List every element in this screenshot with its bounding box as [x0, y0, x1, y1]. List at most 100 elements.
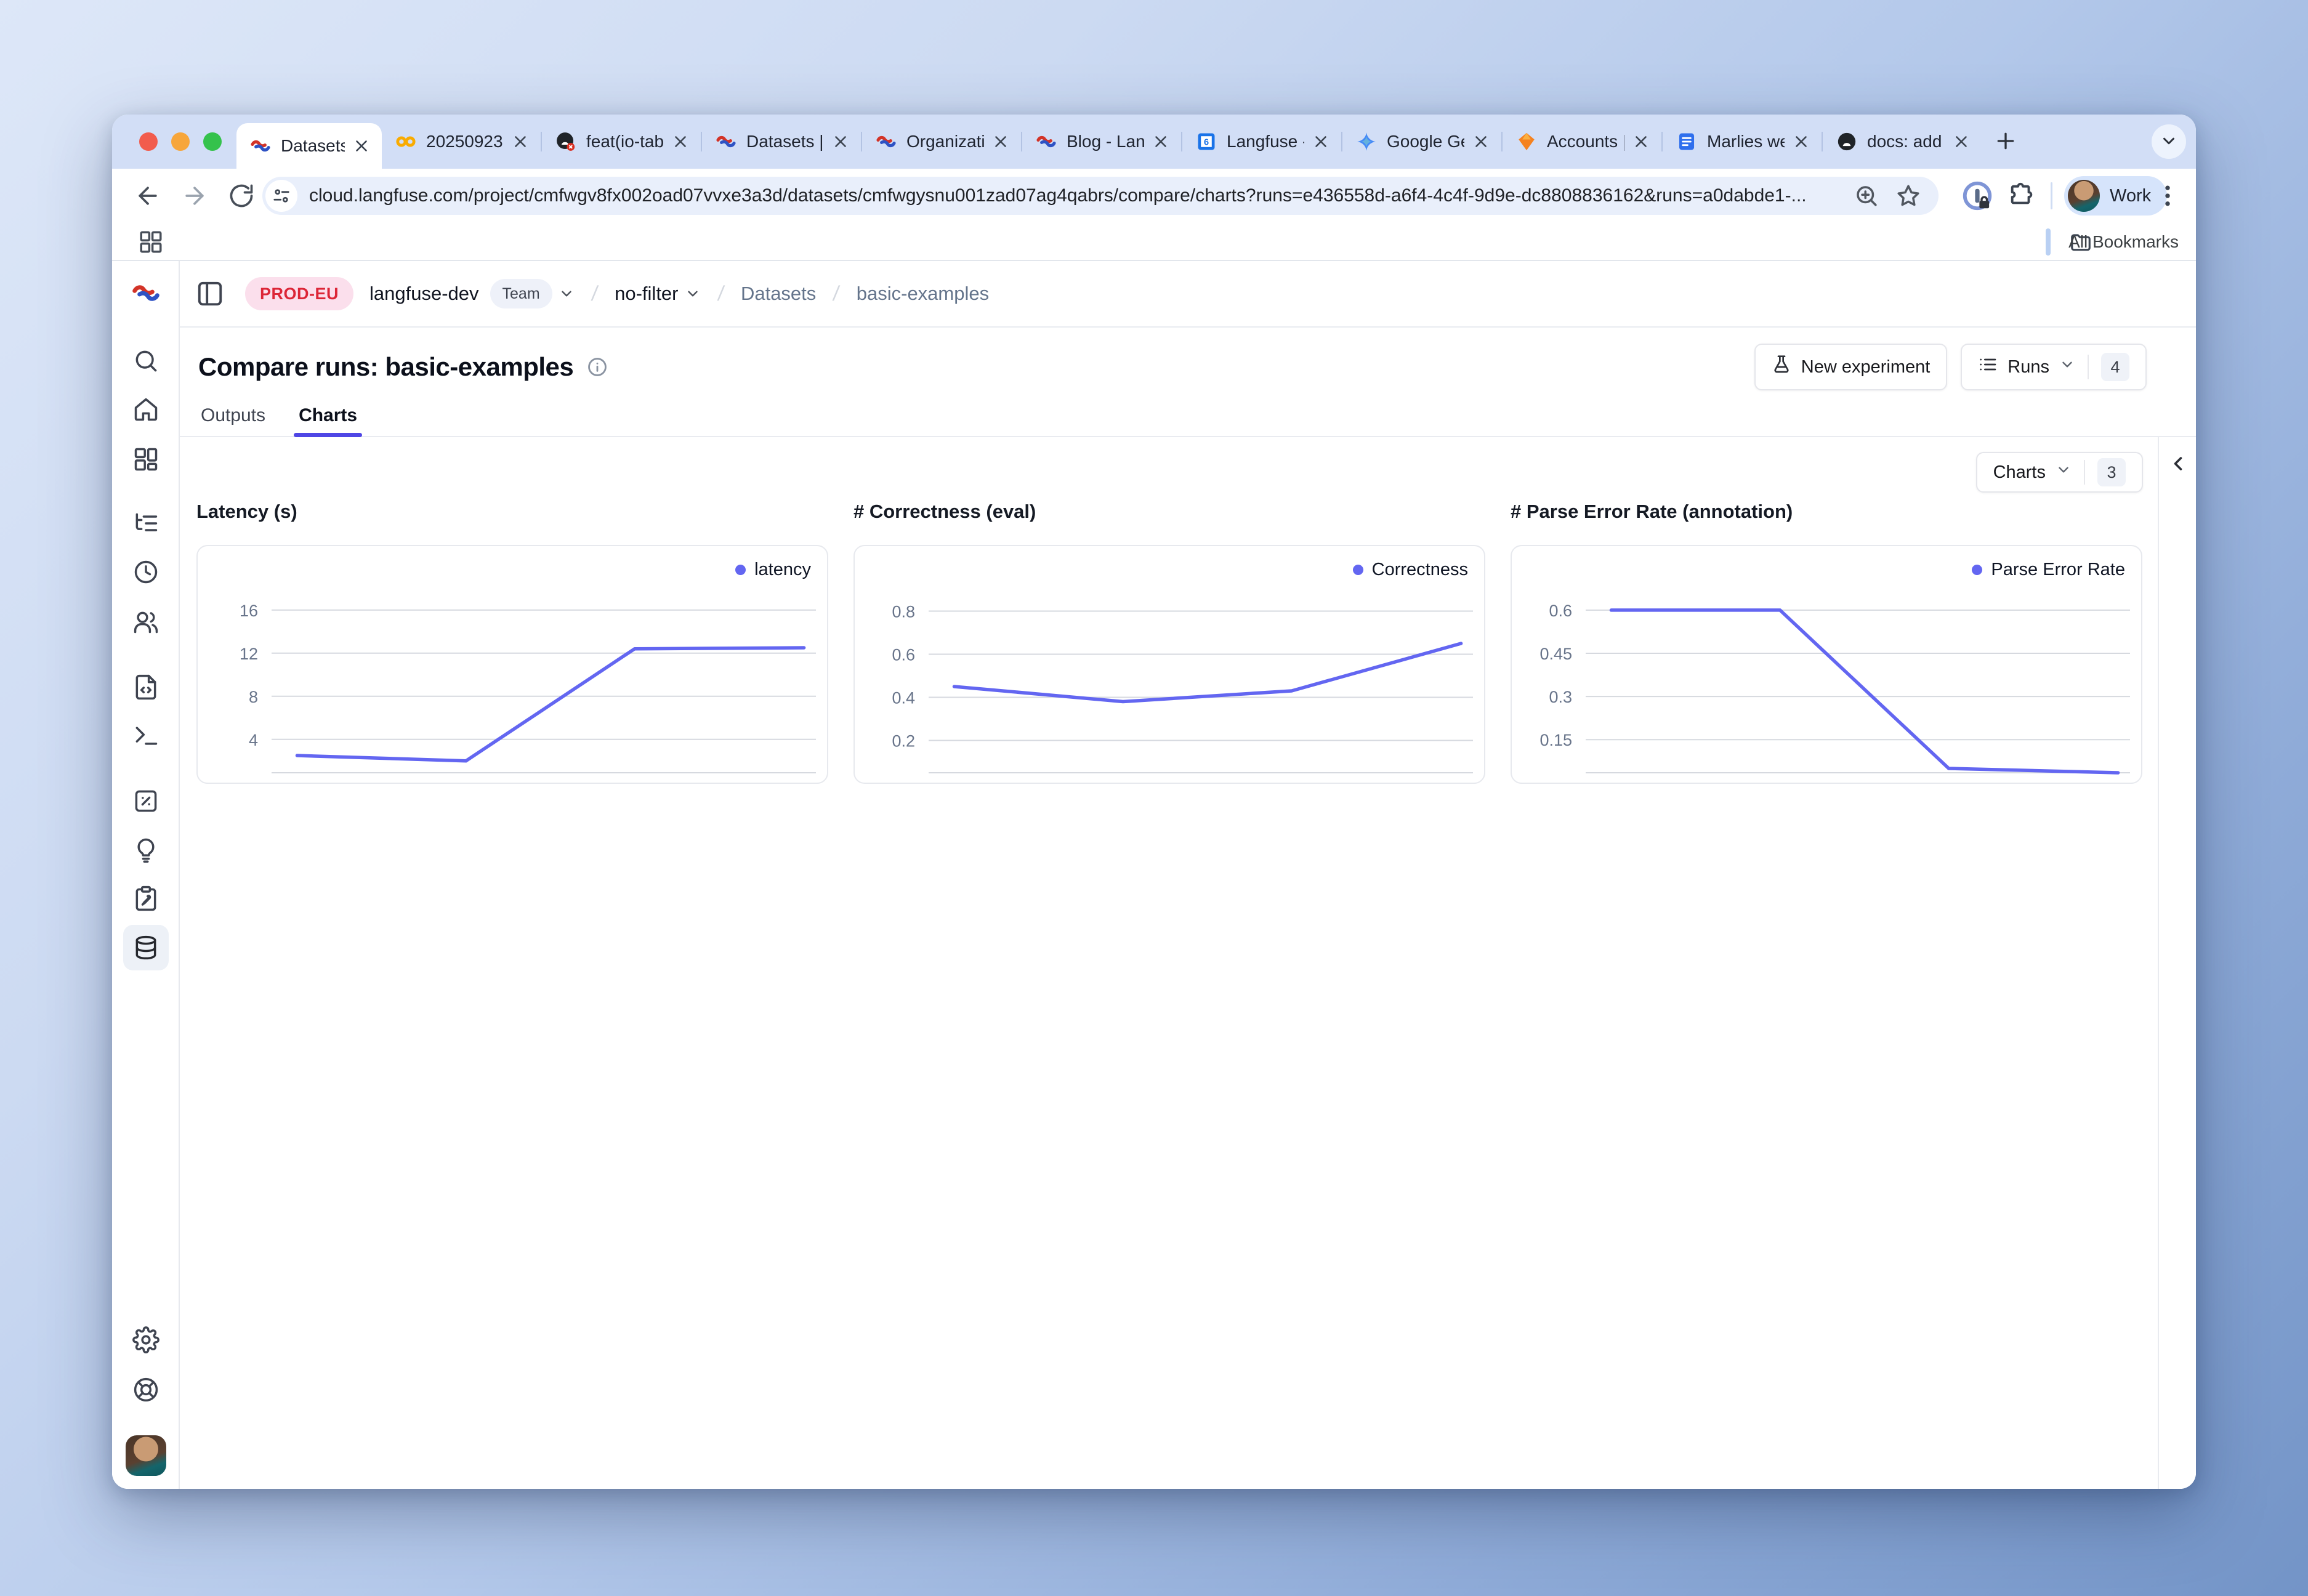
sidebar-item-prompts[interactable]	[123, 664, 169, 710]
browser-tab[interactable]: Blog - Lang	[1022, 115, 1181, 169]
sidebar-item-insights[interactable]	[123, 827, 169, 873]
button-divider	[2088, 355, 2089, 379]
legend-dot-icon	[1972, 565, 1982, 575]
tab-charts[interactable]: Charts	[299, 405, 357, 426]
runs-count-badge: 4	[2101, 353, 2129, 381]
tab-title: Google Gem	[1387, 132, 1464, 151]
site-info-icon[interactable]	[265, 180, 297, 212]
password-extension-icon[interactable]	[1961, 179, 1994, 212]
chart-legend: Correctness	[1353, 560, 1468, 580]
line-chart-plot: 0.150.30.450.6	[1512, 546, 2141, 783]
tab-search-button[interactable]	[2152, 124, 2186, 159]
collapse-panel-icon[interactable]	[2165, 451, 2192, 478]
new-tab-button[interactable]	[1991, 127, 2020, 156]
browser-tab[interactable]: Datasets | L	[702, 115, 861, 169]
main-content: PROD-EU langfuse-dev Team / no-filter / …	[180, 261, 2196, 1489]
tab-title: Datasets | La	[281, 136, 345, 156]
breadcrumb-datasets-link[interactable]: Datasets	[741, 283, 816, 305]
sidebar-item-tracing[interactable]	[123, 501, 169, 546]
tab-close-icon[interactable]	[991, 132, 1010, 151]
tab-close-icon[interactable]	[831, 132, 850, 151]
tab-title: 20250923	[426, 132, 504, 151]
sidebar-item-sessions[interactable]	[123, 549, 169, 595]
tab-close-icon[interactable]	[511, 132, 530, 151]
zoom-icon[interactable]	[1854, 183, 1879, 209]
chart-card: 0.150.30.450.6 Parse Error Rate	[1511, 545, 2142, 784]
browser-tab[interactable]: Organizatio	[862, 115, 1021, 169]
minimize-window-button[interactable]	[171, 132, 190, 151]
sidebar-item-users[interactable]	[123, 599, 169, 645]
browser-tab[interactable]: docs: add	[1823, 115, 1982, 169]
browser-tab[interactable]: Google Gem	[1342, 115, 1501, 169]
chevron-down-icon[interactable]	[559, 286, 575, 302]
maximize-window-button[interactable]	[203, 132, 222, 151]
bookmark-star-icon[interactable]	[1895, 183, 1921, 209]
y-axis-tick: 0.4	[892, 689, 915, 707]
tab-title: Blog - Lang	[1067, 132, 1144, 151]
url-text[interactable]: cloud.langfuse.com/project/cmfwgv8fx002o…	[309, 177, 1840, 215]
tab-close-icon[interactable]	[671, 132, 690, 151]
line-chart-plot: 481216	[198, 546, 827, 783]
browser-menu-icon[interactable]	[2154, 182, 2181, 209]
sidebar-item-playground[interactable]	[123, 713, 169, 759]
y-axis-tick: 0.6	[892, 646, 915, 664]
browser-tab[interactable]: 20250923	[382, 115, 541, 169]
sidebar-item-home[interactable]	[123, 387, 169, 432]
info-icon[interactable]	[587, 357, 608, 377]
org-name[interactable]: langfuse-dev	[369, 283, 479, 305]
series-line	[954, 643, 1461, 702]
dashboards-icon	[132, 446, 159, 473]
breadcrumb-separator: /	[590, 282, 599, 306]
close-window-button[interactable]	[139, 132, 158, 151]
breadcrumb-dataset-name[interactable]: basic-examples	[857, 283, 989, 305]
sidebar-item-search[interactable]	[123, 338, 169, 384]
tab-close-icon[interactable]	[1152, 132, 1170, 151]
browser-tab[interactable]: 6Langfuse -	[1182, 115, 1341, 169]
tab-close-icon[interactable]	[1792, 132, 1810, 151]
forward-button[interactable]	[181, 182, 208, 209]
sidebar-toggle-icon[interactable]	[196, 280, 224, 308]
langfuse-logo-icon[interactable]	[131, 278, 161, 308]
runs-dropdown-button[interactable]: Runs 4	[1961, 344, 2147, 390]
colab-favicon	[395, 131, 416, 152]
tab-close-icon[interactable]	[1472, 132, 1490, 151]
breadcrumb-separator: /	[716, 282, 725, 306]
y-axis-tick: 0.15	[1539, 731, 1572, 749]
runs-label: Runs	[2007, 357, 2049, 377]
apps-grid-icon[interactable]	[138, 229, 164, 255]
profile-chip[interactable]: Work	[2064, 176, 2167, 216]
chevron-down-icon	[2059, 357, 2075, 377]
charts-dropdown-button[interactable]: Charts 3	[1976, 452, 2143, 493]
sidebar-item-support[interactable]	[123, 1367, 169, 1413]
sidebar-item-datasets[interactable]	[123, 925, 169, 970]
address-bar[interactable]: cloud.langfuse.com/project/cmfwgv8fx002o…	[262, 177, 1939, 215]
sessions-icon	[132, 558, 159, 586]
search-icon	[132, 347, 159, 374]
tab-close-icon[interactable]	[1952, 132, 1971, 151]
charts-count-badge: 3	[2097, 458, 2126, 486]
sidebar-item-settings[interactable]	[123, 1317, 169, 1363]
browser-tab[interactable]: Accounts |	[1503, 115, 1661, 169]
page-title: Compare runs: basic-examples	[198, 352, 573, 382]
sidebar-item-evaluators[interactable]	[123, 778, 169, 824]
reload-button[interactable]	[228, 182, 255, 209]
chevron-down-icon[interactable]	[685, 286, 701, 302]
sidebar-item-annotation-queues[interactable]	[123, 876, 169, 921]
all-bookmarks-button[interactable]: All Bookmarks	[2068, 223, 2179, 261]
profile-avatar	[2068, 180, 2100, 212]
sidebar-item-dashboards[interactable]	[123, 437, 169, 482]
new-experiment-button[interactable]: New experiment	[1754, 344, 1948, 390]
tab-close-icon[interactable]	[1312, 132, 1330, 151]
tab-outputs[interactable]: Outputs	[201, 405, 265, 426]
bookmark-item[interactable]	[2046, 228, 2051, 256]
user-avatar[interactable]	[126, 1435, 166, 1476]
browser-tab[interactable]: Datasets | La	[236, 123, 382, 169]
extensions-puzzle-icon[interactable]	[2007, 182, 2036, 210]
tab-close-icon[interactable]	[352, 137, 371, 155]
prompts-icon	[132, 674, 159, 701]
tab-close-icon[interactable]	[1632, 132, 1650, 151]
browser-tab[interactable]: feat(io-tab	[542, 115, 701, 169]
browser-tab[interactable]: Marlies we	[1663, 115, 1822, 169]
project-name[interactable]: no-filter	[615, 283, 678, 305]
back-button[interactable]	[134, 182, 161, 209]
